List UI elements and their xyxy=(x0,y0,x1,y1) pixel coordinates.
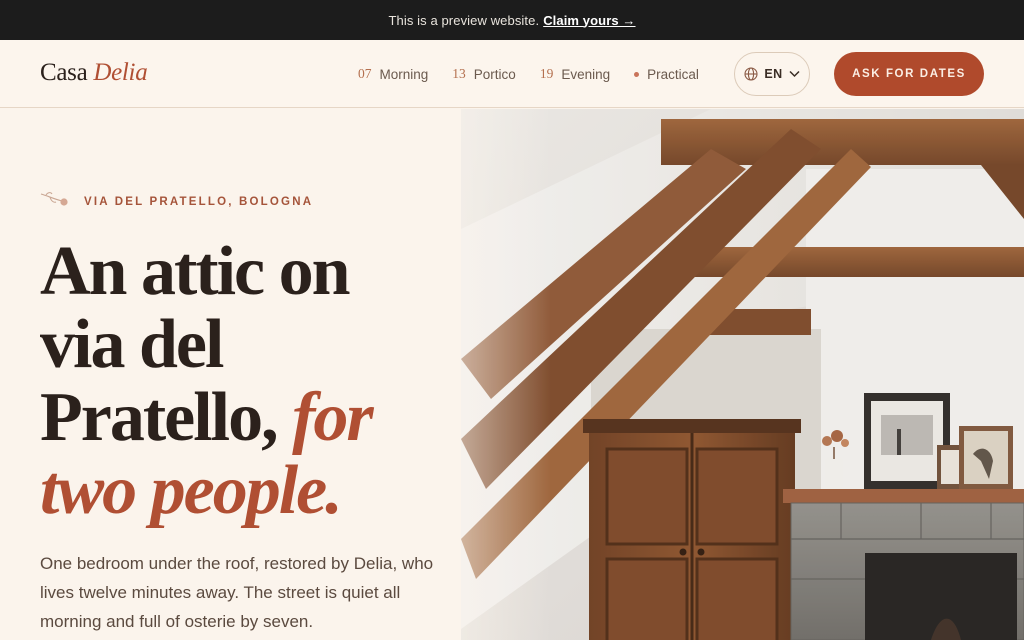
claim-link[interactable]: Claim yours → xyxy=(543,13,635,28)
sprig-icon xyxy=(40,191,70,212)
attic-room-photo xyxy=(461,109,1024,640)
nav-number: 13 xyxy=(452,66,466,81)
chevron-down-icon xyxy=(789,70,800,78)
logo-accent: Delia xyxy=(93,59,148,86)
globe-icon xyxy=(744,67,758,81)
nav-item-morning[interactable]: 07 Morning xyxy=(358,66,428,82)
nav-number: 07 xyxy=(358,66,372,81)
headline-line-3: Pratello, for xyxy=(40,381,460,454)
headline-line-4: two people. xyxy=(40,452,343,529)
language-selector[interactable]: EN xyxy=(734,52,810,96)
location-eyebrow: VIA DEL PRATELLO, BOLOGNA xyxy=(40,191,313,212)
location-text: VIA DEL PRATELLO, BOLOGNA xyxy=(84,195,314,208)
site-logo[interactable]: Casa Delia xyxy=(40,59,148,87)
banner-text: This is a preview website. xyxy=(388,12,540,28)
headline-italic: for xyxy=(292,379,374,456)
headline-line-2: via del xyxy=(40,306,224,383)
nav-item-practical[interactable]: Practical xyxy=(634,67,699,82)
headline-plain: Pratello, xyxy=(40,379,293,456)
language-code: EN xyxy=(764,67,783,81)
main-nav: 07 Morning 13 Portico 19 Evening Practic… xyxy=(358,40,723,108)
nav-label: Portico xyxy=(473,66,516,82)
nav-label: Practical xyxy=(647,66,699,82)
site-header: Casa Delia 07 Morning 13 Portico 19 Even… xyxy=(0,40,1024,108)
nav-item-portico[interactable]: 13 Portico xyxy=(452,66,516,82)
hero-text-panel: VIA DEL PRATELLO, BOLOGNA An attic on vi… xyxy=(0,109,461,640)
nav-label: Evening xyxy=(561,66,611,82)
headline-line-1: An attic on xyxy=(40,233,351,310)
hero-headline: An attic on via del Pratello, for two pe… xyxy=(40,235,460,527)
nav-item-evening[interactable]: 19 Evening xyxy=(540,66,610,82)
preview-banner: This is a preview website. Claim yours → xyxy=(0,0,1024,40)
logo-main: Casa xyxy=(40,59,88,86)
ask-for-dates-button[interactable]: ASK FOR DATES xyxy=(834,52,984,96)
bullet-dot-icon xyxy=(634,71,640,77)
nav-label: Morning xyxy=(379,66,429,82)
hero-description: One bedroom under the roof, restored by … xyxy=(40,554,434,631)
nav-number: 19 xyxy=(539,66,554,81)
